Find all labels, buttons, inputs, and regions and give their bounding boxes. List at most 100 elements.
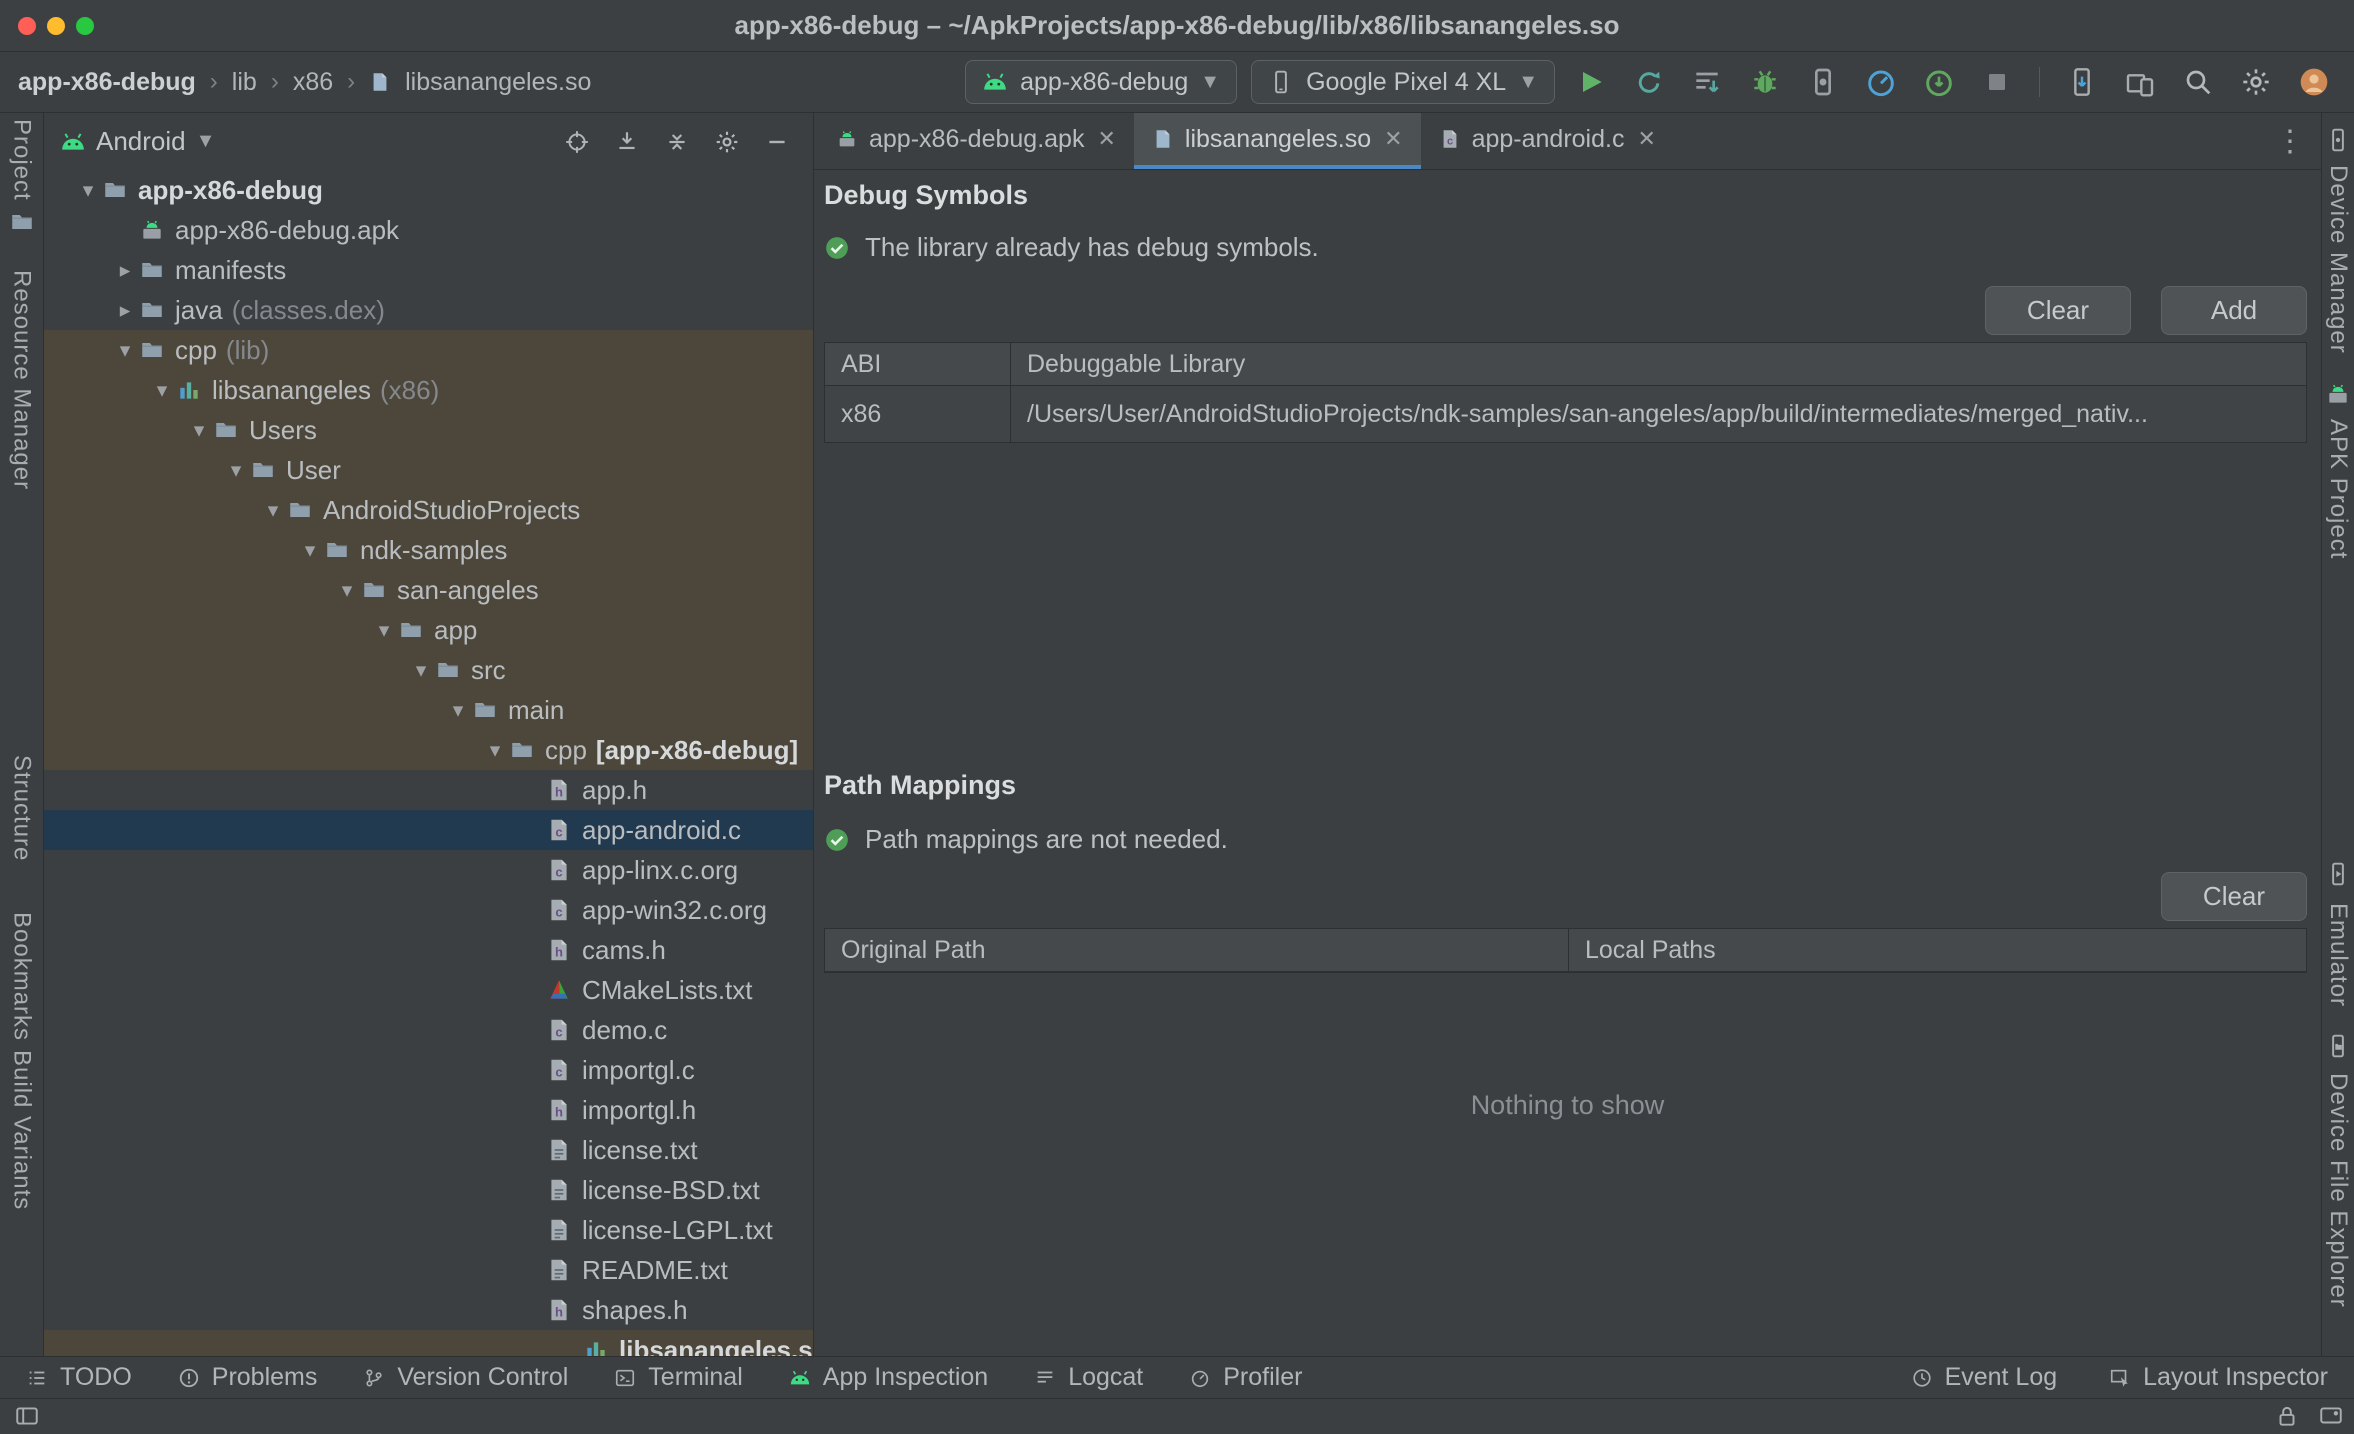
chevron-down-icon[interactable]: ▾ <box>444 698 472 723</box>
tree-item-importgl-h[interactable]: h importgl.h <box>44 1090 813 1130</box>
device-file-explorer-icon[interactable] <box>2325 1033 2351 1059</box>
apply-changes-button[interactable] <box>1627 60 1671 104</box>
toolwindow-button-profiler[interactable]: Profiler <box>1189 1363 1302 1392</box>
run-button[interactable] <box>1569 60 1613 104</box>
settings-button[interactable] <box>2234 60 2278 104</box>
emulator-icon[interactable] <box>2325 861 2351 887</box>
sidebar-item-apk-project[interactable]: APK Project <box>2324 419 2352 559</box>
device-manager-icon[interactable] <box>2325 127 2351 153</box>
tree-item-app-x86-debug-apk[interactable]: app-x86-debug.apk <box>44 210 813 250</box>
close-icon[interactable]: ✕ <box>1637 126 1655 152</box>
lock-icon[interactable] <box>2274 1403 2300 1429</box>
debug-button[interactable] <box>1743 60 1787 104</box>
avatar[interactable] <box>2292 60 2336 104</box>
profile-button[interactable] <box>1859 60 1903 104</box>
zoom-window-button[interactable] <box>76 17 94 35</box>
chevron-down-icon[interactable]: ▾ <box>407 658 435 683</box>
chevron-down-icon[interactable]: ▾ <box>185 418 213 443</box>
hide-panel-button[interactable] <box>757 122 797 162</box>
sidebar-item-emulator[interactable]: Emulator <box>2324 903 2352 1007</box>
tree-item-app-win32-c-org[interactable]: c app-win32.c.org <box>44 890 813 930</box>
notifications-icon[interactable] <box>2318 1403 2344 1429</box>
tree-item-license-bsd-txt[interactable]: license-BSD.txt <box>44 1170 813 1210</box>
apply-code-changes-button[interactable] <box>1685 60 1729 104</box>
close-icon[interactable]: ✕ <box>1097 126 1115 152</box>
tree-item-cpp[interactable]: ▾ cpp [app-x86-debug] <box>44 730 813 770</box>
tree-item-readme-txt[interactable]: README.txt <box>44 1250 813 1290</box>
tree-item-license-txt[interactable]: license.txt <box>44 1130 813 1170</box>
toolwindow-button-event-log[interactable]: Event Log <box>1911 1363 2057 1392</box>
tree-item-app-linx-c-org[interactable]: c app-linx.c.org <box>44 850 813 890</box>
chevron-down-icon[interactable]: ▾ <box>222 458 250 483</box>
toolwindow-button-problems[interactable]: Problems <box>178 1363 317 1392</box>
run-configuration-select[interactable]: app-x86-debug ▼ <box>965 60 1238 104</box>
toolwindow-button-terminal[interactable]: Terminal <box>614 1363 743 1392</box>
tree-item-san-angeles[interactable]: ▾ san-angeles <box>44 570 813 610</box>
tree-item-app-h[interactable]: h app.h <box>44 770 813 810</box>
tree-item-app-x86-debug[interactable]: ▾ app-x86-debug <box>44 170 813 210</box>
tree-item-java[interactable]: ▸ java (classes.dex) <box>44 290 813 330</box>
tree-item-app[interactable]: ▾ app <box>44 610 813 650</box>
tree-item-shapes-h[interactable]: h shapes.h <box>44 1290 813 1330</box>
sidebar-item-resource-manager[interactable]: Resource Manager <box>8 270 36 490</box>
sidebar-item-device-manager[interactable]: Device Manager <box>2324 165 2352 354</box>
tree-item-ndk-samples[interactable]: ▾ ndk-samples <box>44 530 813 570</box>
expand-all-button[interactable] <box>607 122 647 162</box>
tab-libsanangeles-so[interactable]: libsanangeles.so ✕ <box>1133 113 1421 169</box>
tree-item-license-lgpl-txt[interactable]: license-LGPL.txt <box>44 1210 813 1250</box>
tree-item-cams-h[interactable]: h cams.h <box>44 930 813 970</box>
tree-item-src[interactable]: ▾ src <box>44 650 813 690</box>
chevron-right-icon[interactable]: ▸ <box>111 298 139 323</box>
apk-icon[interactable] <box>2325 381 2351 407</box>
chevron-down-icon[interactable]: ▾ <box>296 538 324 563</box>
sidebar-item-bookmarks[interactable]: Bookmarks <box>8 912 36 1041</box>
attach-debugger-button[interactable] <box>1801 60 1845 104</box>
tree-item-androidstudioprojects[interactable]: ▾ AndroidStudioProjects <box>44 490 813 530</box>
device-select[interactable]: Google Pixel 4 XL ▼ <box>1251 60 1555 104</box>
breadcrumb-file[interactable]: libsanangeles.so <box>405 68 591 97</box>
sidebar-item-structure[interactable]: Structure <box>8 755 36 861</box>
stop-button[interactable] <box>1975 60 2019 104</box>
chevron-down-icon[interactable]: ▾ <box>481 738 509 763</box>
close-icon[interactable]: ✕ <box>1384 126 1402 152</box>
device-manager-button[interactable] <box>2118 60 2162 104</box>
tree-item-user[interactable]: ▾ User <box>44 450 813 490</box>
tree-item-manifests[interactable]: ▸ manifests <box>44 250 813 290</box>
sidebar-item-project[interactable]: Project <box>8 119 36 201</box>
breadcrumb-x86[interactable]: x86 <box>293 68 333 97</box>
tree-item-libsanangeles[interactable]: ▾ libsanangeles (x86) <box>44 370 813 410</box>
toolwindow-button-app-inspection[interactable]: App Inspection <box>789 1363 988 1392</box>
tool-window-toggle-icon[interactable] <box>14 1403 40 1429</box>
search-everywhere-button[interactable] <box>2176 60 2220 104</box>
toolwindow-button-layout-inspector[interactable]: Layout Inspector <box>2109 1363 2328 1392</box>
chevron-down-icon[interactable]: ▾ <box>333 578 361 603</box>
device-mirror-button[interactable] <box>2060 60 2104 104</box>
chevron-down-icon[interactable]: ▾ <box>74 178 102 203</box>
add-debug-symbols-button[interactable]: Add <box>2161 286 2307 335</box>
tab-app-x86-debug-apk[interactable]: app-x86-debug.apk ✕ <box>818 113 1134 169</box>
locate-file-button[interactable] <box>557 122 597 162</box>
tree-item-cpp[interactable]: ▾ cpp (lib) <box>44 330 813 370</box>
close-window-button[interactable] <box>18 17 36 35</box>
tree-item-main[interactable]: ▾ main <box>44 690 813 730</box>
tree-item-app-android-c[interactable]: c app-android.c <box>44 810 813 850</box>
collapse-all-button[interactable] <box>657 122 697 162</box>
chevron-down-icon[interactable]: ▾ <box>111 338 139 363</box>
chevron-down-icon[interactable]: ▾ <box>259 498 287 523</box>
minimize-window-button[interactable] <box>47 17 65 35</box>
tree-item-cmakelists-txt[interactable]: CMakeLists.txt <box>44 970 813 1010</box>
project-view-selector[interactable]: Android <box>96 126 186 157</box>
panel-settings-button[interactable] <box>707 122 747 162</box>
table-row[interactable]: x86 /Users/User/AndroidStudioProjects/nd… <box>825 386 2306 442</box>
tree-item-users[interactable]: ▾ Users <box>44 410 813 450</box>
breadcrumb-lib[interactable]: lib <box>232 68 257 97</box>
chevron-right-icon[interactable]: ▸ <box>111 258 139 283</box>
sidebar-item-device-file-explorer[interactable]: Device File Explorer <box>2324 1073 2352 1308</box>
chevron-down-icon[interactable]: ▾ <box>148 378 176 403</box>
profiler-attach-button[interactable] <box>1917 60 1961 104</box>
project-tool-icon[interactable] <box>9 209 35 235</box>
clear-debug-symbols-button[interactable]: Clear <box>1985 286 2131 335</box>
chevron-down-icon[interactable]: ▾ <box>370 618 398 643</box>
toolwindow-button-todo[interactable]: TODO <box>26 1363 132 1392</box>
tree-item-libsanangeles-so[interactable]: libsanangeles.so <box>44 1330 813 1356</box>
